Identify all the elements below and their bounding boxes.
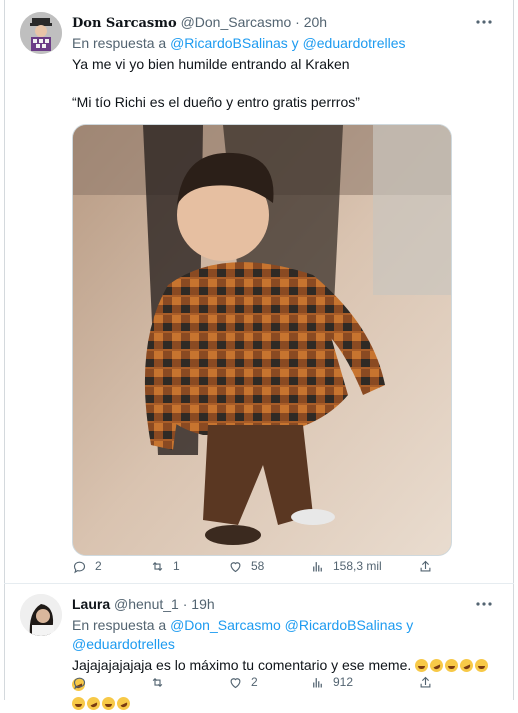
reply-prefix: En respuesta a — [72, 617, 167, 633]
display-name[interactable]: Don Sarcasmo — [72, 16, 177, 31]
rolling-laughing-emoji-icon — [84, 694, 103, 713]
reply-context: En respuesta a @Don_Sarcasmo @RicardoBSa… — [72, 616, 498, 654]
timestamp[interactable]: 20h — [304, 14, 327, 30]
user-handle[interactable]: @henut_1 — [114, 596, 179, 612]
views-icon — [313, 677, 322, 687]
retweet-button[interactable] — [150, 672, 173, 692]
views-button[interactable]: 912 — [310, 672, 353, 692]
media-image[interactable] — [72, 124, 452, 556]
tweet-text: Ya me vi yo bien humilde entrando al Kra… — [72, 55, 498, 112]
tweet[interactable]: Laura @henut_1 · 19h En respuesta a @Don… — [14, 584, 504, 713]
views-count: 912 — [333, 675, 354, 689]
reply-icon — [73, 677, 86, 689]
mention-link[interactable]: @eduardotrelles — [303, 35, 406, 51]
like-count: 58 — [251, 559, 265, 573]
separator: · — [182, 596, 188, 612]
reply-connector: y — [291, 35, 299, 51]
views-button[interactable]: 158,3 mil — [310, 556, 382, 576]
heart-icon — [230, 561, 241, 572]
avatar[interactable] — [20, 594, 62, 636]
reply-icon — [73, 561, 86, 573]
avatar[interactable] — [20, 12, 62, 54]
tweet-text-body: Jajajajajajaja es lo máximo tu comentari… — [72, 657, 412, 673]
heart-icon — [230, 677, 241, 688]
mention-link[interactable]: @RicardoBSalinas — [170, 35, 288, 51]
display-name[interactable]: Laura — [72, 596, 110, 612]
like-button[interactable]: 58 — [228, 556, 264, 576]
retweet-icon — [152, 561, 163, 571]
laughing-emoji-icon — [72, 697, 85, 710]
laughing-emoji-icon — [102, 697, 115, 710]
laughing-emoji-icon — [475, 659, 489, 672]
share-icon — [420, 676, 431, 687]
reply-button[interactable] — [72, 672, 95, 692]
tweet[interactable]: Don Sarcasmo @Don_Sarcasmo · 20h En resp… — [14, 0, 504, 584]
frame-border-left — [4, 0, 5, 700]
frame-border-right — [513, 0, 514, 700]
more-icon[interactable] — [474, 594, 494, 614]
share-icon — [420, 560, 431, 571]
retweet-button[interactable]: 1 — [150, 556, 180, 576]
rolling-laughing-emoji-icon — [114, 694, 133, 713]
timestamp[interactable]: 19h — [191, 596, 214, 612]
tweet-actions: 2 1 58 158,3 mil — [72, 556, 432, 576]
reply-connector: y — [406, 617, 414, 633]
tweet-content: Don Sarcasmo @Don_Sarcasmo · 20h En resp… — [72, 12, 498, 556]
laughing-emoji-icon — [445, 659, 459, 672]
mention-link[interactable]: @eduardotrelles — [72, 636, 175, 652]
views-count: 158,3 mil — [333, 559, 382, 573]
tweet-actions: 2 912 — [72, 672, 432, 692]
share-button[interactable] — [418, 556, 433, 576]
reply-count: 2 — [95, 559, 102, 573]
retweet-icon — [152, 677, 163, 687]
views-icon — [313, 561, 322, 571]
laughing-emoji-group — [72, 694, 498, 713]
reply-button[interactable]: 2 — [72, 556, 102, 576]
like-button[interactable]: 2 — [228, 672, 258, 692]
more-icon[interactable] — [474, 12, 494, 32]
mention-link[interactable]: @Don_Sarcasmo — [170, 617, 281, 633]
share-button[interactable] — [418, 672, 433, 692]
tweet-text-line: “Mi tío Richi es el dueño y entro gratis… — [72, 94, 360, 110]
separator: · — [295, 14, 300, 30]
like-count: 2 — [251, 675, 258, 689]
tweet-header: Laura @henut_1 · 19h — [72, 594, 498, 614]
tweet-header: Don Sarcasmo @Don_Sarcasmo · 20h — [72, 12, 498, 32]
user-handle[interactable]: @Don_Sarcasmo — [181, 14, 292, 30]
reply-prefix: En respuesta a — [72, 35, 167, 51]
laughing-emoji-icon — [415, 659, 429, 672]
rolling-laughing-emoji-icon — [458, 656, 476, 675]
reply-context: En respuesta a @RicardoBSalinas y @eduar… — [72, 34, 498, 53]
tweet-text-line: Ya me vi yo bien humilde entrando al Kra… — [72, 56, 350, 72]
tweet-content: Laura @henut_1 · 19h En respuesta a @Don… — [69, 594, 498, 713]
mention-link[interactable]: @RicardoBSalinas — [285, 617, 403, 633]
retweet-count: 1 — [173, 559, 180, 573]
